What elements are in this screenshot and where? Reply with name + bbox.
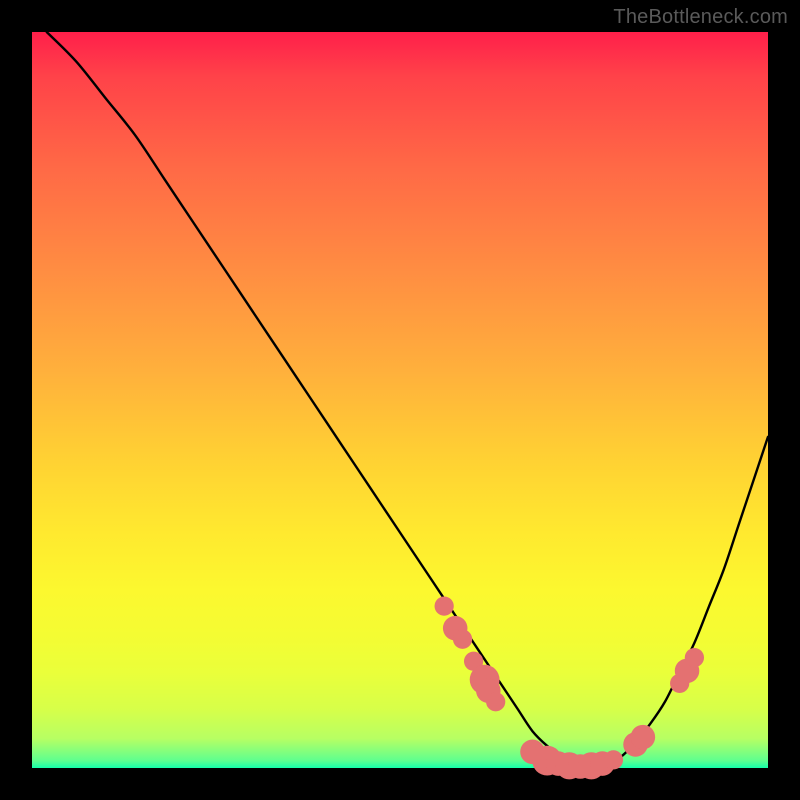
data-marker [604,750,623,769]
data-marker [631,725,656,750]
curve-svg [32,32,768,768]
plot-area [32,32,768,768]
chart-container: TheBottleneck.com [0,0,800,800]
data-marker [486,692,505,711]
bottleneck-curve [47,32,768,766]
data-marker [685,648,704,667]
data-marker [453,630,472,649]
watermark-text: TheBottleneck.com [613,6,788,29]
data-marker [435,596,454,615]
curve-markers [435,596,704,779]
